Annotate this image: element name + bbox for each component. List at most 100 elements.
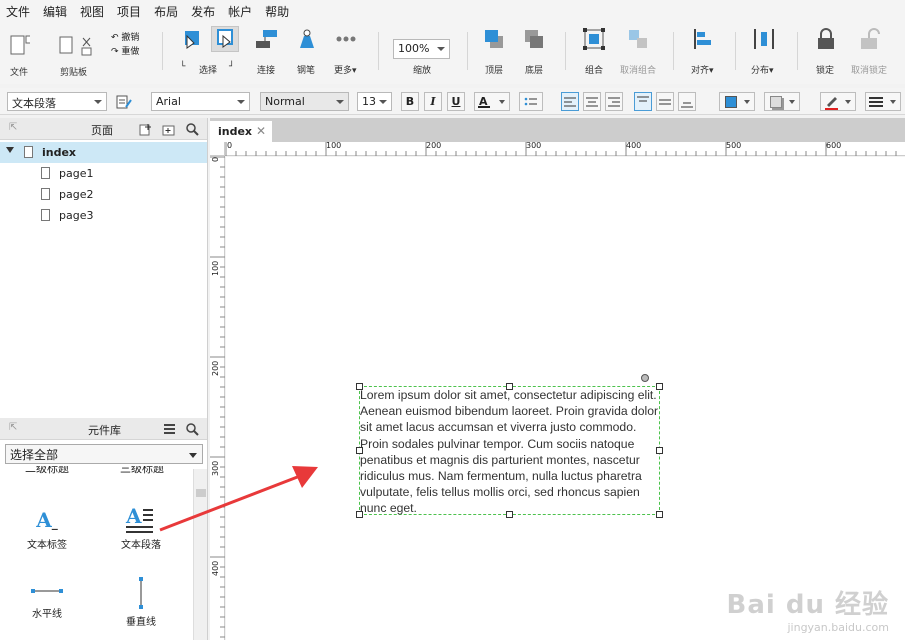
bullet-list-button[interactable]: [519, 92, 543, 111]
align-text-left-button[interactable]: [561, 92, 579, 111]
library-filter-select[interactable]: 选择全部: [5, 444, 203, 464]
page-item-page3[interactable]: page3: [0, 205, 207, 226]
library-item-horizontal-line[interactable]: 水平线: [7, 580, 87, 620]
more-button[interactable]: [334, 28, 358, 54]
widget-style-select[interactable]: 文本段落: [7, 92, 107, 111]
align-label: 对齐▾: [691, 66, 714, 76]
resize-handle-sw[interactable]: [356, 511, 363, 518]
clipboard-label: 剪贴板: [60, 68, 88, 78]
library-item-text-paragraph[interactable]: A 文本段落: [101, 504, 181, 551]
pages-panel: ⇱ 页面 index page1 page2 page3: [0, 118, 208, 418]
align-button[interactable]: [692, 28, 714, 54]
connect-label: 连接: [257, 66, 276, 76]
font-style-select[interactable]: Normal: [260, 92, 349, 111]
line-color-button[interactable]: [820, 92, 856, 111]
zoom-select[interactable]: 100%: [393, 39, 450, 59]
paste-button[interactable]: [57, 34, 97, 60]
style-edit-icon[interactable]: [116, 95, 132, 109]
menu-icon[interactable]: [163, 423, 176, 436]
more-label: 更多▾: [334, 66, 357, 76]
expand-icon[interactable]: [6, 147, 14, 153]
file-button[interactable]: [8, 34, 30, 60]
group-button[interactable]: [583, 28, 605, 54]
resize-handle-ne[interactable]: [656, 383, 663, 390]
bring-to-front-button[interactable]: [483, 28, 505, 54]
scrollbar-thumb[interactable]: [196, 489, 206, 497]
collapse-icon[interactable]: ⇱: [9, 122, 17, 133]
redo-button[interactable]: ↷ 重做: [111, 45, 139, 59]
file-icon: [10, 35, 30, 55]
valign-top-icon: [637, 96, 649, 102]
chevron-down-icon: [94, 100, 102, 104]
resize-handle-se[interactable]: [656, 511, 663, 518]
menu-view[interactable]: 视图: [80, 3, 104, 20]
menu-layout[interactable]: 布局: [154, 3, 178, 20]
pen-icon: [300, 29, 314, 48]
send-to-back-button[interactable]: [523, 28, 545, 54]
search-icon[interactable]: [186, 423, 199, 436]
add-page-icon[interactable]: [139, 123, 152, 136]
line-style-button[interactable]: [865, 92, 901, 111]
select-intersect-button[interactable]: [181, 28, 203, 54]
group-label: 组合: [585, 66, 604, 76]
font-size-select[interactable]: 13: [357, 92, 392, 111]
resize-handle-e[interactable]: [656, 447, 663, 454]
menu-project[interactable]: 项目: [117, 3, 141, 20]
underline-button[interactable]: U: [447, 92, 465, 111]
library-scrollbar[interactable]: [193, 469, 207, 640]
resize-handle-w[interactable]: [356, 447, 363, 454]
lock-button[interactable]: [815, 28, 837, 54]
library-partial-row: 二级标题 三级标题: [25, 466, 164, 475]
select-contain-button[interactable]: [211, 26, 239, 52]
library-item-vertical-line[interactable]: 垂直线: [101, 576, 181, 628]
align-text-center-button[interactable]: [583, 92, 601, 111]
text-paragraph-widget[interactable]: Lorem ipsum dolor sit amet, consectetur …: [359, 386, 660, 515]
collapse-icon[interactable]: ⇱: [9, 422, 17, 433]
page-icon: [41, 188, 50, 200]
pen-button[interactable]: [294, 28, 316, 54]
file-label: 文件: [10, 68, 29, 78]
menu-help[interactable]: 帮助: [265, 3, 289, 20]
bullet-list-icon: [524, 97, 537, 106]
ungroup-button[interactable]: [627, 28, 649, 54]
valign-bottom-button[interactable]: [678, 92, 696, 111]
document-tab-bar: index ✕: [210, 118, 905, 142]
redo-icon: ↷: [111, 47, 119, 57]
distribute-button[interactable]: [753, 28, 775, 54]
text-color-button[interactable]: A: [474, 92, 510, 111]
page-item-index[interactable]: index: [0, 142, 207, 163]
resize-handle-n[interactable]: [506, 383, 513, 390]
unlock-button[interactable]: [858, 28, 880, 54]
undo-button[interactable]: ↶ 撤销: [111, 31, 139, 45]
menu-account[interactable]: 帐户: [228, 3, 252, 20]
menu-edit[interactable]: 编辑: [43, 3, 67, 20]
connect-button[interactable]: [254, 28, 278, 54]
bold-button[interactable]: B: [401, 92, 419, 111]
add-folder-icon[interactable]: [162, 123, 175, 136]
page-item-page2[interactable]: page2: [0, 184, 207, 205]
valign-middle-icon: [659, 99, 671, 105]
distribute-icon: [754, 29, 774, 49]
shadow-icon: [770, 96, 782, 108]
format-bar: 文本段落 Arial Normal 13 B I U A: [0, 88, 905, 115]
shadow-button[interactable]: [764, 92, 800, 111]
align-text-right-button[interactable]: [605, 92, 623, 111]
search-icon[interactable]: [186, 123, 199, 136]
menu-publish[interactable]: 发布: [191, 3, 215, 20]
resize-handle-nw[interactable]: [356, 383, 363, 390]
resize-handle-s[interactable]: [506, 511, 513, 518]
tab-index[interactable]: index ✕: [210, 121, 272, 142]
library-item-text-label[interactable]: A_ 文本标签: [7, 508, 87, 551]
rotation-handle[interactable]: [641, 374, 649, 382]
page-item-page1[interactable]: page1: [0, 163, 207, 184]
pages-panel-header: ⇱ 页面: [0, 118, 207, 140]
page-icon: [41, 209, 50, 221]
fill-color-button[interactable]: [719, 92, 755, 111]
font-family-select[interactable]: Arial: [151, 92, 250, 111]
valign-top-button[interactable]: [634, 92, 652, 111]
zoom-label: 缩放: [413, 66, 432, 76]
menu-file[interactable]: 文件: [6, 3, 30, 20]
italic-button[interactable]: I: [424, 92, 442, 111]
valign-middle-button[interactable]: [656, 92, 674, 111]
close-icon[interactable]: ✕: [256, 124, 266, 138]
